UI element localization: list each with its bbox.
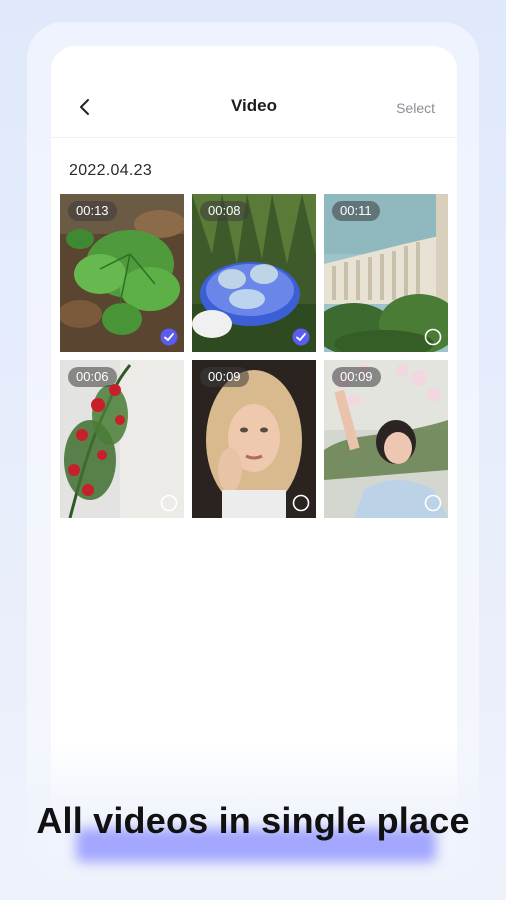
- checkmark-selected-icon[interactable]: [292, 328, 310, 346]
- top-bar: Video Select: [51, 80, 457, 136]
- checkmark-selected-icon[interactable]: [160, 328, 178, 346]
- video-duration-badge: 00:11: [332, 201, 380, 221]
- empty-select-circle-icon[interactable]: [424, 328, 442, 346]
- video-thumbnail[interactable]: 00:11: [324, 194, 448, 352]
- video-duration-badge: 00:06: [68, 367, 117, 387]
- empty-select-circle-icon[interactable]: [160, 494, 178, 512]
- promo-headline: All videos in single place: [36, 800, 470, 841]
- video-thumbnail[interactable]: 00:08: [192, 194, 316, 352]
- empty-select-circle-icon[interactable]: [424, 494, 442, 512]
- video-thumbnail[interactable]: 00:09: [192, 360, 316, 518]
- video-duration-badge: 00:09: [332, 367, 381, 387]
- video-duration-badge: 00:09: [200, 367, 249, 387]
- empty-select-circle-icon[interactable]: [292, 494, 310, 512]
- video-duration-badge: 00:13: [68, 201, 117, 221]
- select-button[interactable]: Select: [396, 100, 435, 116]
- date-group-label: 2022.04.23: [69, 162, 153, 179]
- video-thumbnail[interactable]: 00:13: [60, 194, 184, 352]
- video-thumbnail[interactable]: 00:06: [60, 360, 184, 518]
- header-divider: [51, 137, 457, 138]
- video-thumbnail[interactable]: 00:09: [324, 360, 448, 518]
- video-duration-badge: 00:08: [200, 201, 249, 221]
